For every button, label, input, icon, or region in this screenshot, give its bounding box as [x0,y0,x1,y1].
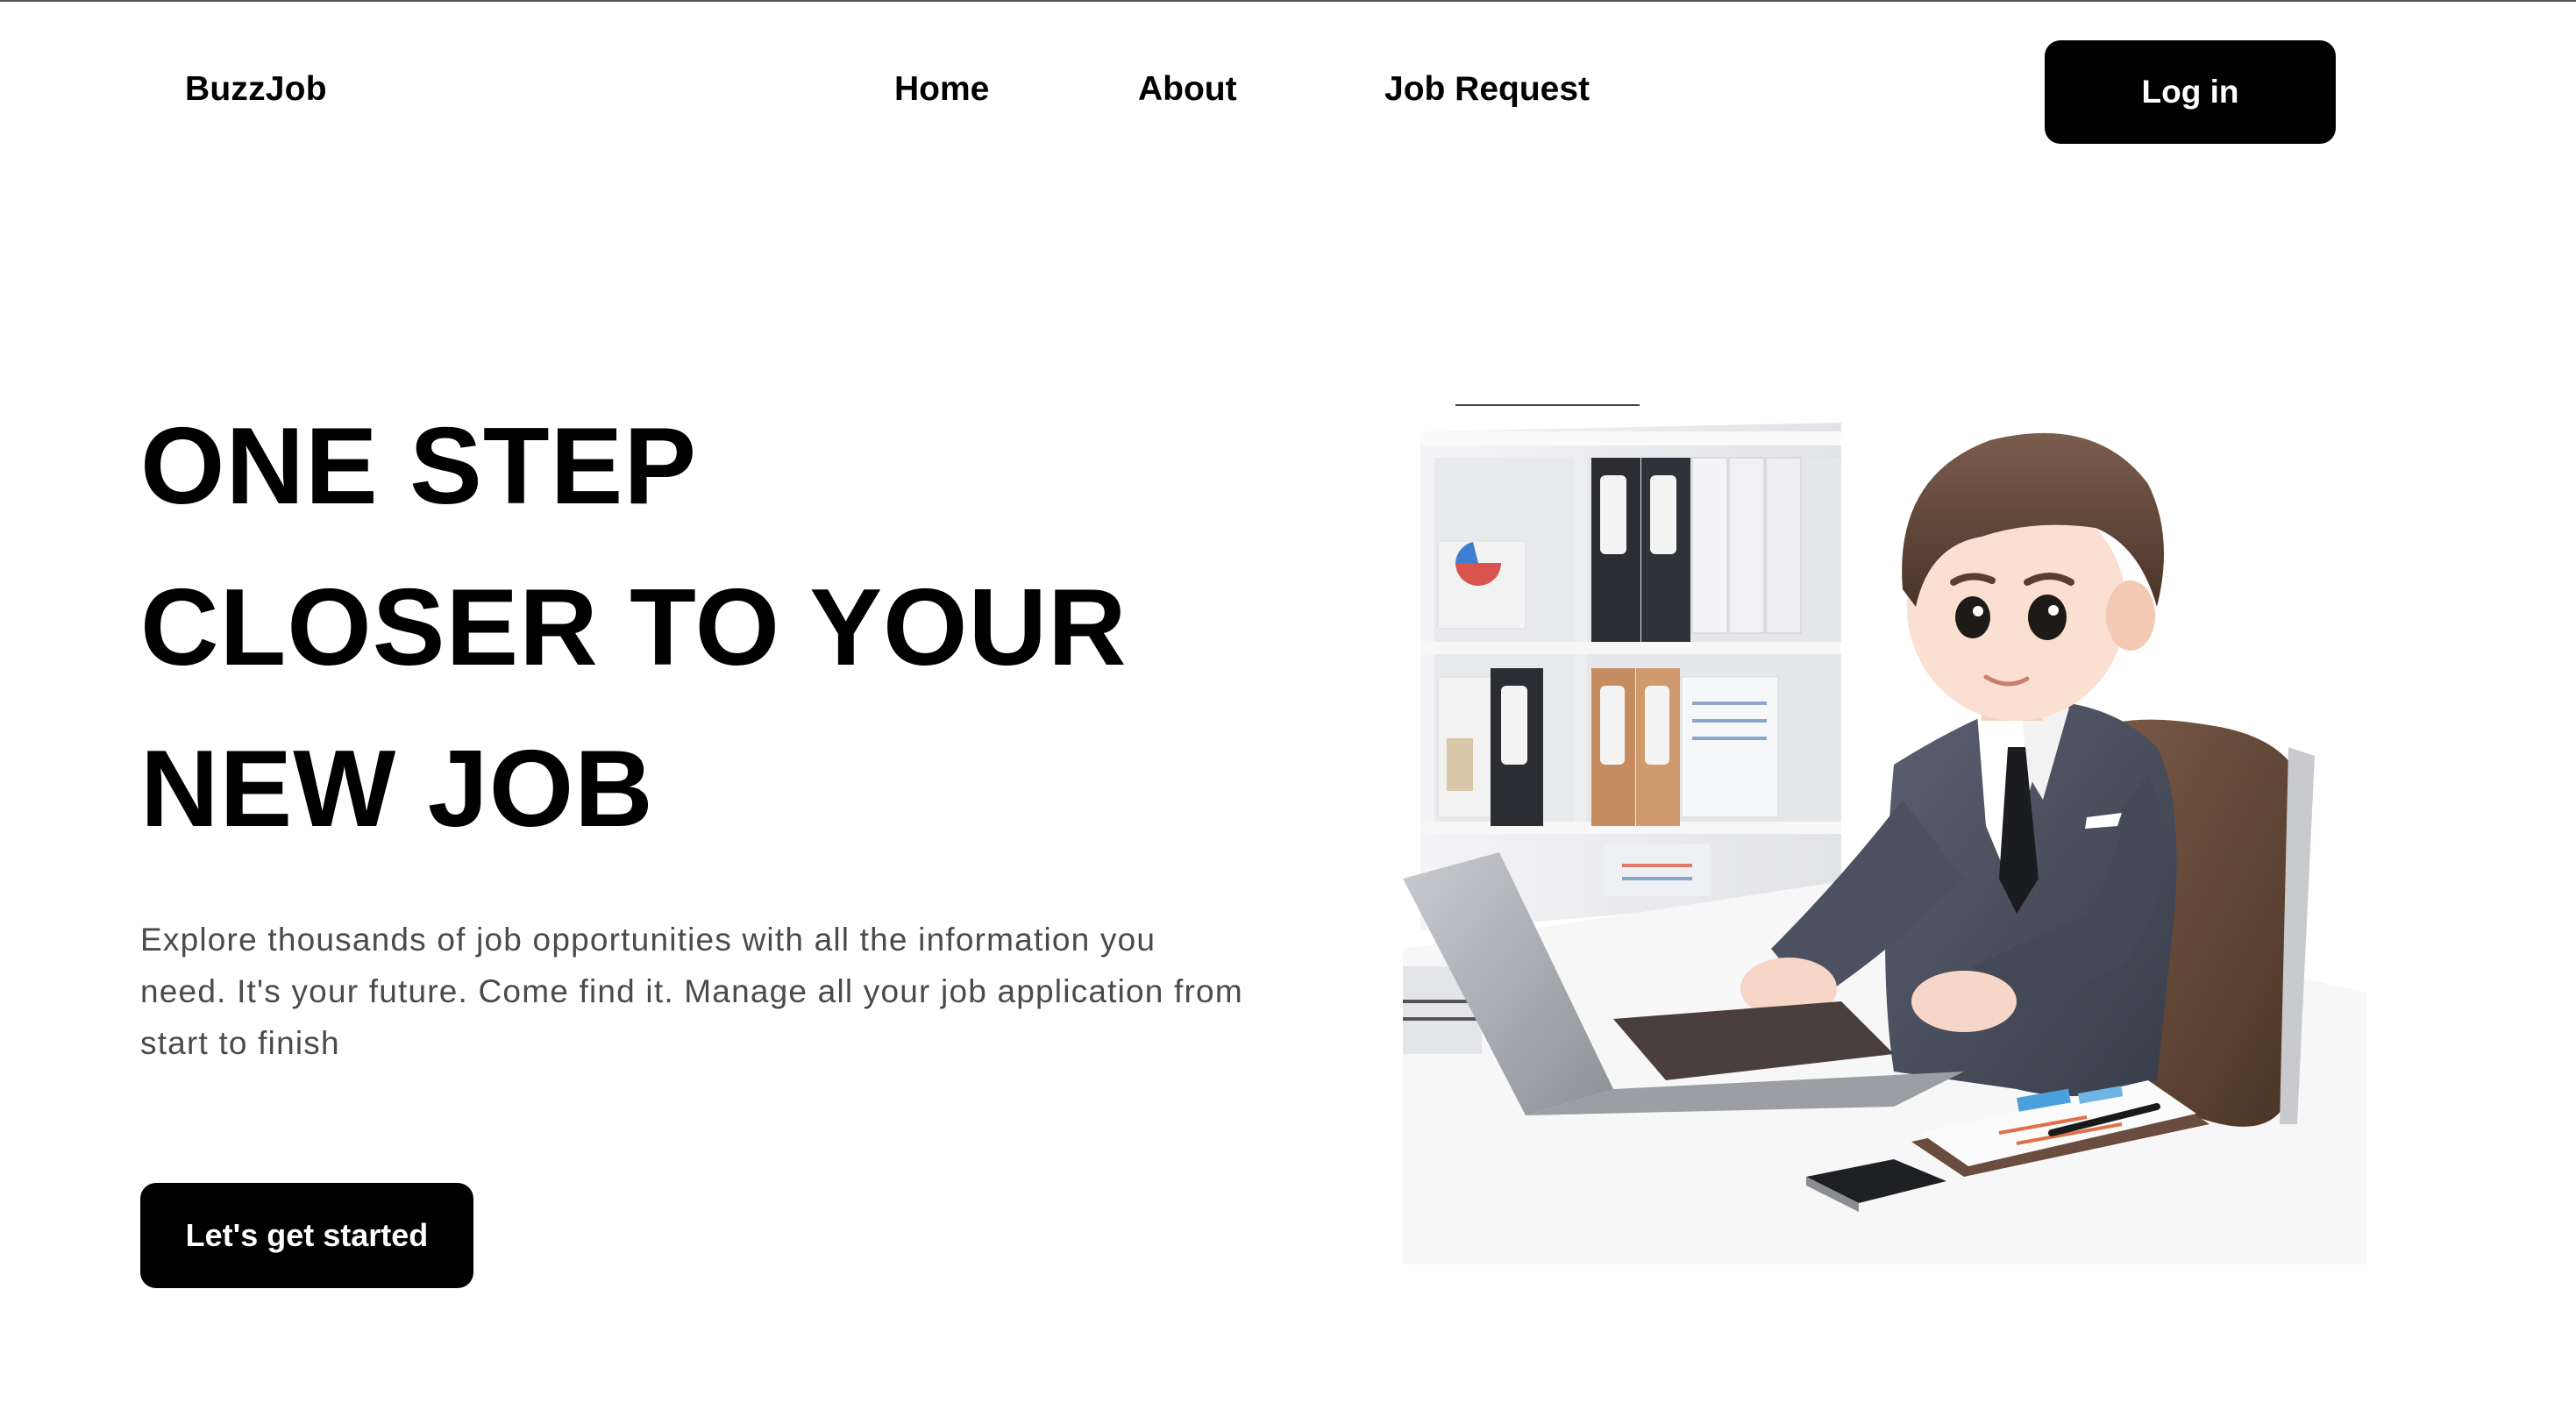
businessman-illustration [1403,404,2367,1264]
hero-title-line-1: ONE STEP [140,406,698,527]
bookshelf [1420,404,1841,931]
hero-title-line-2: CLOSER TO YOUR [140,567,1128,688]
login-button[interactable]: Log in [2045,40,2336,144]
nav-job-request[interactable]: Job Request [1384,70,1590,109]
hero-title: ONE STEP CLOSER TO YOUR NEW JOB [140,386,1128,870]
nav-home[interactable]: Home [894,70,989,109]
get-started-button[interactable]: Let's get started [140,1183,473,1288]
brand-logo[interactable]: BuzzJob [185,70,327,109]
landing-page: BuzzJob Home About Job Request Log in ON… [0,0,2576,1403]
nav-about[interactable]: About [1138,70,1237,109]
hero-description: Explore thousands of job opportunities w… [140,922,1243,1061]
hero-title-line-3: NEW JOB [140,729,654,850]
